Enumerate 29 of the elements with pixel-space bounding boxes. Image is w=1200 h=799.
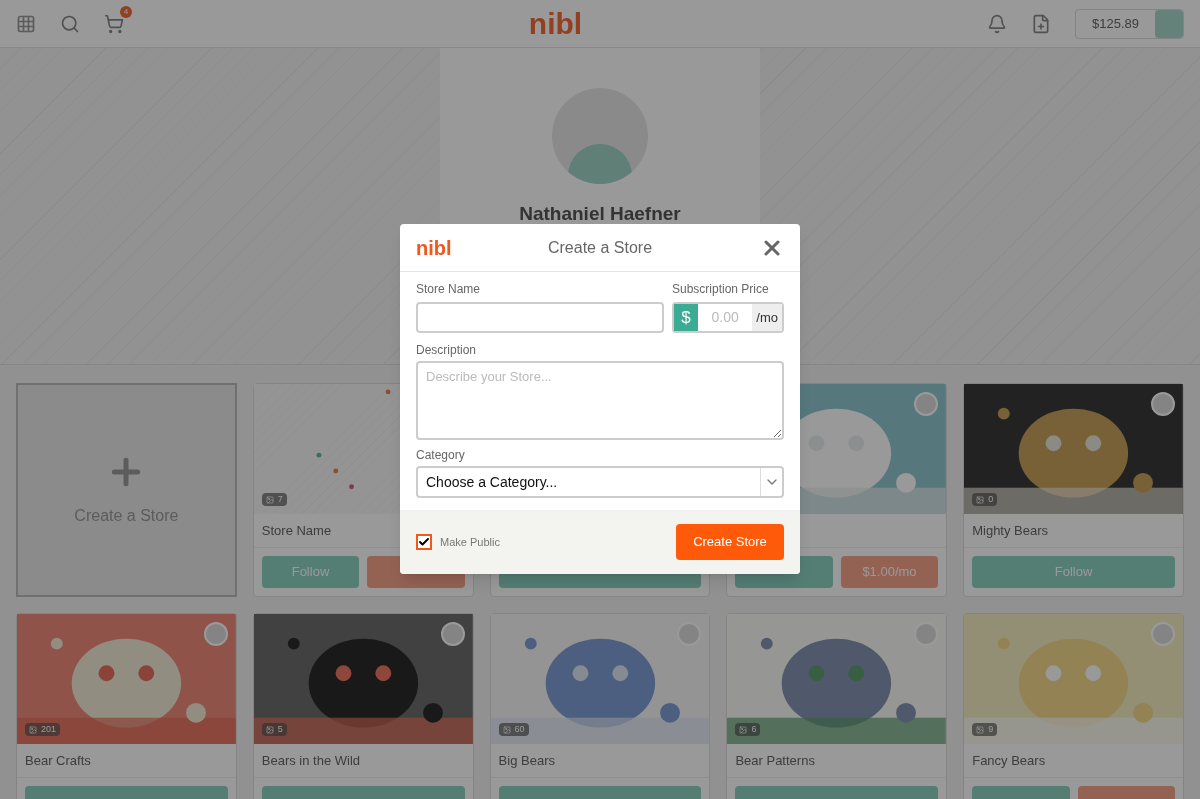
price-input[interactable]: 0.00 <box>698 304 753 331</box>
store-title: Big Bears <box>498 751 555 770</box>
store-card[interactable]: 0 Mighty Bears Follow <box>963 383 1184 597</box>
store-card[interactable]: 5 Bears in the Wild <box>252 613 474 799</box>
category-select[interactable]: Choose a Category... <box>416 466 784 498</box>
create-store-button[interactable]: Create Store <box>676 524 784 560</box>
profile-name: Nathaniel Haefner <box>519 202 681 226</box>
description-field[interactable]: Describe your Store... <box>416 361 784 440</box>
store-card[interactable]: 9 Fancy Bears <box>963 613 1184 799</box>
unit-label: /mo <box>752 304 782 331</box>
field-label: Description <box>416 342 478 359</box>
store-title: Bear Patterns <box>735 751 815 770</box>
dialog-title: Create a Store <box>546 237 654 258</box>
store-title: Bear Crafts <box>25 751 91 770</box>
store-title: Fancy Bears <box>972 751 1046 770</box>
store-card[interactable]: 201 Bear Crafts <box>16 613 237 799</box>
cart-count-badge: 4 <box>120 5 132 18</box>
store-title: Bears in the Wild <box>261 751 361 770</box>
currency-sign: $ <box>674 304 698 331</box>
price-field[interactable]: $ 0.00 /mo <box>672 302 784 333</box>
field-label: Store Name <box>416 281 482 298</box>
store-card[interactable]: 6 Bear Patterns <box>726 613 948 799</box>
store-title: Mighty Bears <box>972 521 1049 540</box>
field-label: Category <box>416 447 466 464</box>
field-label: Subscription Price <box>672 281 770 298</box>
store-title: Store Name <box>261 521 332 540</box>
nibl-logo: nibl <box>416 235 453 261</box>
nibl-logo[interactable]: nibl <box>528 8 583 39</box>
store-card[interactable]: 60 Big Bears <box>489 613 711 799</box>
